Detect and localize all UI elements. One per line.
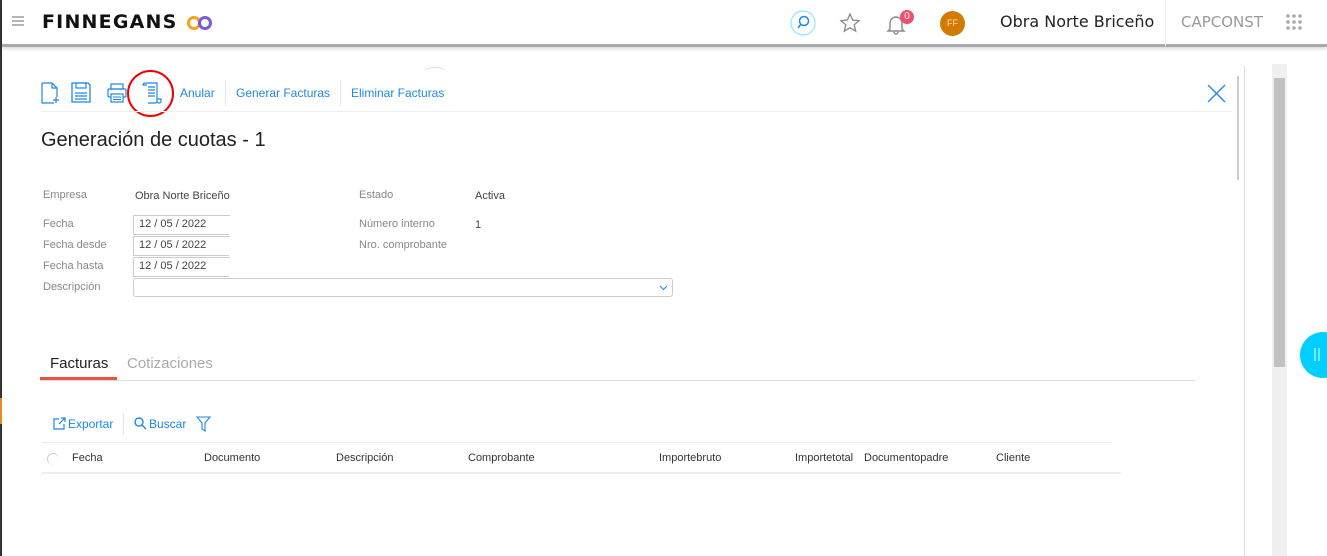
- anular-button[interactable]: Anular: [180, 86, 215, 100]
- new-document-icon[interactable]: [41, 82, 61, 104]
- search-icon: [134, 417, 147, 430]
- tab-facturas[interactable]: Facturas: [50, 355, 108, 372]
- fecha-label: Fecha: [43, 218, 74, 230]
- page-title: Generación de cuotas - 1: [41, 129, 266, 151]
- generar-facturas-button[interactable]: Generar Facturas: [236, 86, 330, 100]
- tenant-name[interactable]: CAPCONST: [1181, 13, 1263, 31]
- column-header[interactable]: Importetotal: [795, 452, 853, 464]
- export-icon: [53, 417, 66, 430]
- left-edge-marker: [0, 398, 2, 424]
- pause-icon: [1314, 348, 1320, 361]
- tab-cotizaciones[interactable]: Cotizaciones: [127, 355, 213, 372]
- buscar-button[interactable]: Buscar: [149, 417, 186, 431]
- descripcion-select[interactable]: [133, 278, 673, 297]
- nro-comprobante-label: Nro. comprobante: [359, 239, 448, 251]
- print-icon[interactable]: [107, 83, 127, 103]
- column-header[interactable]: Descripción: [336, 452, 393, 464]
- column-header[interactable]: Documentopadre: [864, 452, 948, 464]
- divider: [225, 80, 226, 106]
- filter-icon[interactable]: [196, 416, 211, 432]
- numero-interno-label: Número interno: [359, 218, 435, 230]
- close-icon[interactable]: [1207, 84, 1226, 103]
- numero-interno-value: 1: [475, 219, 482, 231]
- fecha-desde-field[interactable]: 12 / 05 / 2022: [133, 236, 230, 256]
- notification-badge: 0: [900, 10, 914, 24]
- highlight-circle: [127, 70, 174, 117]
- estado-value: Activa: [475, 190, 505, 202]
- fecha-hasta-field[interactable]: 12 / 05 / 2022: [133, 257, 230, 277]
- header-divider: [42, 472, 1121, 474]
- page-scrollbar[interactable]: [1272, 64, 1287, 556]
- column-header[interactable]: Cliente: [996, 452, 1030, 464]
- tabs-divider: [40, 380, 1195, 381]
- avatar[interactable]: FF: [940, 11, 965, 36]
- brand-logo: FINNEGANS: [42, 11, 178, 33]
- divider: [1165, 0, 1166, 46]
- column-header[interactable]: Comprobante: [468, 452, 535, 464]
- descripcion-label: Descripción: [43, 281, 101, 293]
- column-header[interactable]: Fecha: [72, 452, 103, 464]
- top-bar: FINNEGANS 0 FF Obra Norte Briceño CAPCON…: [2, 0, 1327, 47]
- empresa-value: Obra Norte Briceño: [135, 190, 230, 202]
- page-scrollbar-thumb[interactable]: [1274, 78, 1285, 367]
- empresa-label: Empresa: [43, 189, 88, 201]
- column-header[interactable]: Documento: [204, 452, 260, 464]
- chevron-down-icon: [659, 285, 668, 291]
- loading-indicator: [423, 67, 447, 79]
- column-header[interactable]: Importebruto: [659, 452, 721, 464]
- inner-scrollbar[interactable]: [1232, 66, 1245, 556]
- left-edge: [0, 0, 2, 556]
- grid-divider: [42, 442, 1112, 443]
- search-icon[interactable]: [790, 10, 816, 36]
- select-all-checkbox[interactable]: [47, 453, 59, 465]
- exportar-button[interactable]: Exportar: [68, 417, 113, 431]
- fecha-field[interactable]: 12 / 05 / 2022: [133, 215, 230, 235]
- toolbar-divider: [41, 111, 1232, 112]
- fecha-desde-label: Fecha desde: [43, 239, 107, 251]
- side-panel-toggle-button[interactable]: [1300, 332, 1327, 378]
- fecha-hasta-label: Fecha hasta: [43, 260, 104, 272]
- divider: [340, 80, 341, 106]
- apps-grid-icon[interactable]: [1285, 13, 1303, 31]
- inner-scrollbar-thumb[interactable]: [1237, 76, 1239, 180]
- estado-label: Estado: [359, 189, 394, 201]
- star-icon[interactable]: [839, 12, 861, 34]
- brand-logo-icon: [187, 16, 212, 30]
- hamburger-menu-icon[interactable]: [12, 16, 24, 26]
- divider: [123, 413, 124, 435]
- eliminar-facturas-button[interactable]: Eliminar Facturas: [351, 86, 444, 100]
- save-icon[interactable]: [71, 82, 91, 103]
- organization-name[interactable]: Obra Norte Briceño: [1000, 12, 1154, 31]
